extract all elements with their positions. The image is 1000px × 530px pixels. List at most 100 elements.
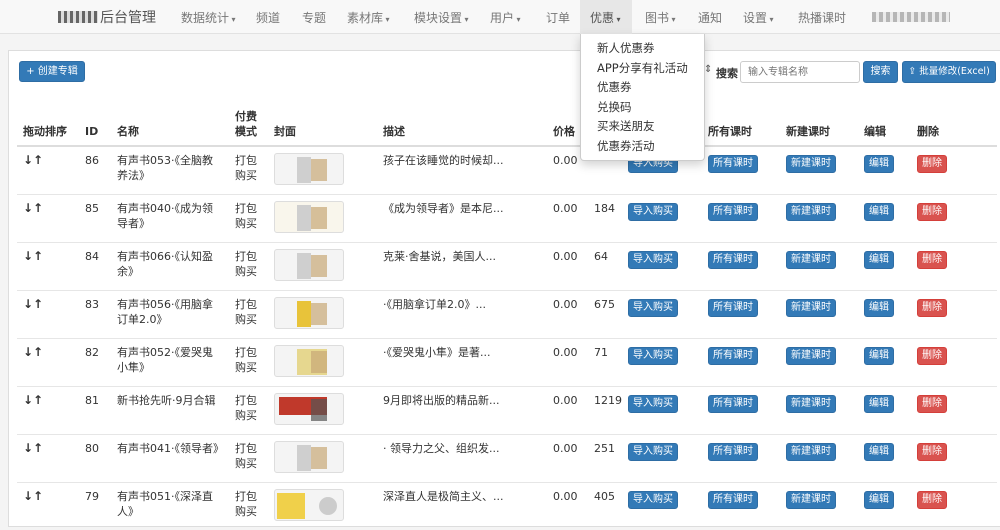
delete-button-cell: 删除 — [911, 481, 997, 530]
delete-button[interactable]: 删除 — [917, 202, 947, 221]
import-purchase-button[interactable]: 导入购买 — [628, 394, 678, 413]
dropdown-item-0[interactable]: 新人优惠券 — [581, 39, 704, 59]
delete-button[interactable]: 删除 — [917, 346, 947, 365]
new-lesson-button[interactable]: 新建课时 — [786, 202, 836, 221]
new-lesson-button[interactable]: 新建课时 — [786, 442, 836, 461]
search-button[interactable]: 搜索 — [863, 61, 898, 83]
nav-item-4[interactable]: 模块设置 ▾ — [414, 9, 469, 26]
dropdown-item-5[interactable]: 优惠券活动 — [581, 137, 704, 157]
dropdown-item-4[interactable]: 买来送朋友 — [581, 117, 704, 137]
import-purchase-button[interactable]: 导入购买 — [628, 442, 678, 461]
nav-item-6[interactable]: 订单 — [546, 9, 570, 26]
user-name-blurred[interactable] — [872, 12, 950, 22]
album-panel: + 创建专辑 ⇕ 搜索 搜索 ⇪ 批量修改(Excel) 拖动排序ID名称付费模… — [8, 50, 1000, 530]
all-lessons-button[interactable]: 所有课时 — [708, 442, 758, 461]
brand[interactable]: 后台管理 — [58, 7, 156, 27]
nav-item-5[interactable]: 用户 ▾ — [490, 9, 521, 26]
table-row: ↓↑ 85 有声书040·《成为领导者》 打包购买 《成为领导者》是本尼... 0.00 1… — [17, 193, 997, 242]
delete-button[interactable]: 删除 — [917, 442, 947, 461]
album-cover-image — [274, 392, 344, 425]
nav-item-2[interactable]: 专题 — [302, 9, 326, 26]
edit-button[interactable]: 编辑 — [864, 155, 894, 173]
new-lesson-button[interactable]: 新建课时 — [786, 155, 836, 173]
album-id: 83 — [79, 289, 111, 338]
edit-button[interactable]: 编辑 — [864, 394, 894, 413]
drag-sort-handle[interactable]: ↓↑ — [17, 433, 79, 482]
purchase-count: 405 — [588, 481, 622, 530]
nav-item-11[interactable]: 热播课时 — [798, 9, 846, 26]
delete-button[interactable]: 删除 — [917, 298, 947, 317]
search-input[interactable] — [740, 61, 860, 83]
caret-down-icon: ▾ — [383, 15, 390, 24]
drag-sort-handle[interactable]: ↓↑ — [17, 481, 79, 530]
nav-item-9[interactable]: 通知 — [698, 9, 722, 26]
drag-sort-handle[interactable]: ↓↑ — [17, 289, 79, 338]
import-purchase-button[interactable]: 导入购买 — [628, 346, 678, 365]
pay-mode: 打包购买 — [229, 241, 268, 290]
purchase-count: 184 — [588, 193, 622, 242]
nav-item-8[interactable]: 图书 ▾ — [645, 9, 676, 26]
album-price: 0.00 — [547, 289, 588, 338]
nav-item-1[interactable]: 频道 — [256, 9, 280, 26]
nav-item-3[interactable]: 素材库 ▾ — [347, 9, 390, 26]
album-id: 80 — [79, 433, 111, 482]
nav-label: 频道 — [256, 11, 281, 25]
edit-button[interactable]: 编辑 — [864, 202, 894, 221]
nav-label: 订单 — [546, 11, 571, 25]
edit-button[interactable]: 编辑 — [864, 250, 894, 269]
album-cover-image — [274, 344, 344, 377]
import-purchase-button[interactable]: 导入购买 — [628, 490, 678, 509]
nav-label: 图书 — [645, 11, 670, 25]
all-lessons-button[interactable]: 所有课时 — [708, 202, 758, 221]
all-lessons-button[interactable]: 所有课时 — [708, 394, 758, 413]
new-lesson-button[interactable]: 新建课时 — [786, 250, 836, 269]
create-album-button[interactable]: + 创建专辑 — [19, 61, 85, 82]
dropdown-item-2[interactable]: 优惠券 — [581, 78, 704, 98]
all-lessons-button[interactable]: 所有课时 — [708, 298, 758, 317]
nav-label: 通知 — [698, 11, 723, 25]
album-cover-image — [274, 296, 344, 329]
drag-sort-handle[interactable]: ↓↑ — [17, 337, 79, 386]
import-purchase-button[interactable]: 导入购买 — [628, 250, 678, 269]
import-purchase-button-cell: 导入购买 — [622, 193, 702, 242]
nav-item-0[interactable]: 数据统计 ▾ — [181, 9, 236, 26]
cover-shape — [319, 496, 337, 515]
delete-button[interactable]: 删除 — [917, 250, 947, 269]
import-purchase-button[interactable]: 导入购买 — [628, 298, 678, 317]
edit-button[interactable]: 编辑 — [864, 490, 894, 509]
new-lesson-button[interactable]: 新建课时 — [786, 394, 836, 413]
sort-updown-icon[interactable]: ⇕ — [704, 64, 712, 75]
delete-button[interactable]: 删除 — [917, 490, 947, 509]
coupon-dropdown-menu: 新人优惠券 APP分享有礼活动 优惠券 兑换码 买来送朋友 优惠券活动 — [580, 34, 705, 161]
purchase-count: 675 — [588, 289, 622, 338]
new-lesson-button[interactable]: 新建课时 — [786, 298, 836, 317]
dropdown-item-1[interactable]: APP分享有礼活动 — [581, 59, 704, 79]
drag-sort-handle[interactable]: ↓↑ — [17, 385, 79, 434]
drag-sort-handle[interactable]: ↓↑ — [17, 193, 79, 242]
drag-sort-handle[interactable]: ↓↑ — [17, 241, 79, 290]
edit-button[interactable]: 编辑 — [864, 298, 894, 317]
all-lessons-button[interactable]: 所有课时 — [708, 346, 758, 365]
all-lessons-button[interactable]: 所有课时 — [708, 155, 758, 173]
import-purchase-button[interactable]: 导入购买 — [628, 202, 678, 221]
album-description: ·《爱哭鬼小隼》是著... — [377, 337, 547, 386]
nav-item-10[interactable]: 设置 ▾ — [743, 9, 774, 26]
batch-edit-excel-button[interactable]: ⇪ 批量修改(Excel) — [902, 61, 996, 83]
nav-item-7[interactable]: 优惠 ▾ — [580, 0, 632, 34]
cover-shape — [311, 206, 327, 229]
edit-button[interactable]: 编辑 — [864, 346, 894, 365]
edit-button[interactable]: 编辑 — [864, 442, 894, 461]
all-lessons-button[interactable]: 所有课时 — [708, 250, 758, 269]
delete-button-cell: 删除 — [911, 433, 997, 482]
album-description: 9月即将出版的精品新... — [377, 385, 547, 434]
all-lessons-button[interactable]: 所有课时 — [708, 490, 758, 509]
dropdown-item-3[interactable]: 兑换码 — [581, 98, 704, 118]
delete-button[interactable]: 删除 — [917, 394, 947, 413]
drag-sort-handle[interactable]: ↓↑ — [17, 145, 79, 194]
cover-cell — [268, 289, 377, 338]
new-lesson-button[interactable]: 新建课时 — [786, 346, 836, 365]
edit-button-cell: 编辑 — [858, 433, 911, 482]
delete-button[interactable]: 删除 — [917, 155, 947, 173]
edit-button-cell: 编辑 — [858, 241, 911, 290]
new-lesson-button[interactable]: 新建课时 — [786, 490, 836, 509]
